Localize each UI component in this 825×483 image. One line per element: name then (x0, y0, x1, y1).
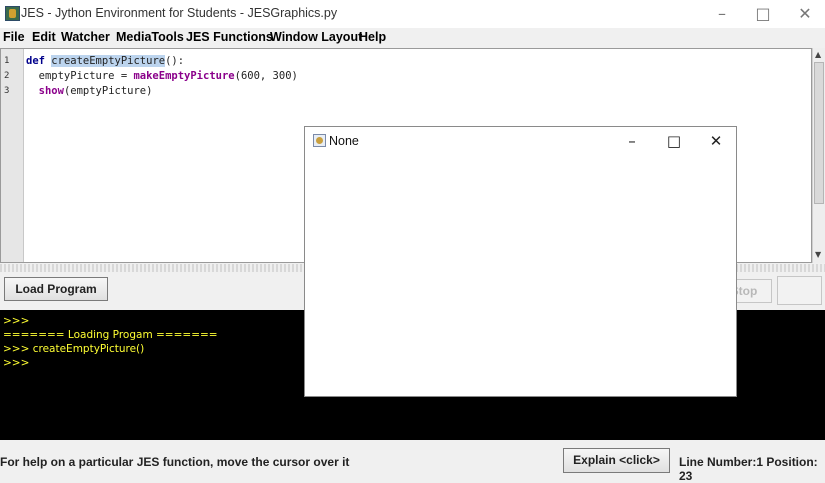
minimize-icon[interactable]: – (700, 0, 744, 28)
help-hint-text: For help on a particular JES function, m… (0, 455, 350, 469)
menu-bar: File Edit Watcher MediaTools JES Functio… (0, 28, 825, 47)
status-bar: For help on a particular JES function, m… (0, 441, 825, 483)
close-icon[interactable]: ✕ (696, 127, 736, 155)
explain-button[interactable]: Explain <click> (563, 448, 670, 473)
code-line-3: show(emptyPicture) (26, 85, 153, 97)
code-text: (): (165, 55, 185, 67)
window-title: JES - Jython Environment for Students - … (21, 6, 338, 20)
menu-watcher[interactable]: Watcher (61, 30, 110, 44)
menu-jes-functions[interactable]: JES Functions (186, 30, 273, 44)
code-line-1: def createEmptyPicture(): (26, 55, 184, 67)
menu-help[interactable]: Help (359, 30, 386, 44)
close-icon[interactable]: ✕ (783, 0, 825, 28)
selected-text: createEmptyPicture (51, 55, 166, 67)
maximize-icon[interactable]: □ (654, 127, 694, 155)
picture-window[interactable]: None – □ ✕ (304, 126, 737, 397)
load-program-button[interactable]: Load Program (4, 277, 108, 301)
scroll-up-icon[interactable]: ▲ (815, 50, 821, 59)
line-number: 1 (4, 56, 10, 66)
line-number: 3 (4, 86, 10, 96)
menu-file[interactable]: File (3, 30, 25, 44)
line-number-gutter: 1 2 3 (1, 49, 24, 262)
menu-edit[interactable]: Edit (32, 30, 56, 44)
scroll-down-icon[interactable]: ▼ (815, 250, 821, 259)
code-text: (600, 300) (234, 70, 298, 82)
jes-app-icon (5, 6, 20, 21)
menu-mediatools[interactable]: MediaTools (116, 30, 184, 44)
console-line: ======= Loading Progam ======= (3, 329, 218, 341)
line-number: 2 (4, 71, 10, 81)
cursor-position-text: Line Number:1 Position: 23 (679, 455, 818, 483)
console-line: >>> createEmptyPicture() (3, 343, 145, 355)
minimize-icon[interactable]: – (612, 127, 652, 155)
editor-scrollbar[interactable]: ▲ ▼ (812, 48, 825, 263)
picture-window-title: None (329, 134, 359, 148)
title-bar: JES - Jython Environment for Students - … (0, 0, 825, 28)
console-line: >>> (3, 357, 30, 369)
java-app-icon (313, 134, 326, 147)
function-token: show (38, 85, 64, 97)
code-text: emptyPicture = (26, 70, 134, 82)
picture-window-title-bar[interactable]: None – □ ✕ (305, 127, 736, 155)
keyword-token: def (26, 55, 45, 67)
console-line: >>> (3, 315, 30, 327)
code-text: (emptyPicture) (63, 85, 153, 97)
blank-button[interactable] (777, 276, 822, 305)
empty-picture-canvas (305, 155, 736, 396)
scrollbar-thumb[interactable] (814, 62, 824, 204)
code-line-2: emptyPicture = makeEmptyPicture(600, 300… (26, 70, 298, 82)
function-token: makeEmptyPicture (133, 70, 235, 82)
maximize-icon[interactable]: □ (741, 0, 785, 28)
menu-window-layout[interactable]: Window Layout (270, 30, 362, 44)
